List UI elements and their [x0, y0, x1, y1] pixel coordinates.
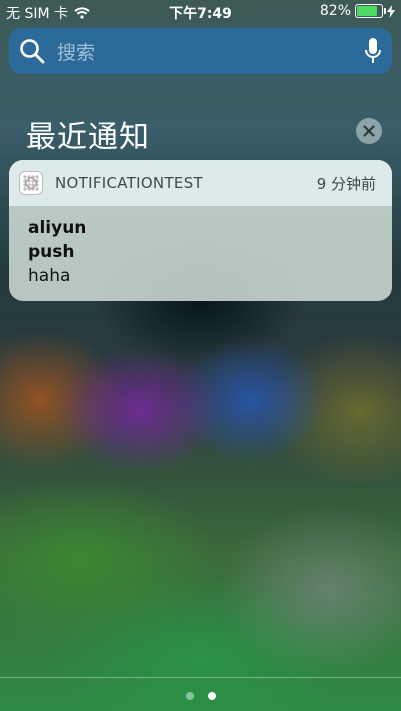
battery-fill — [357, 6, 377, 16]
battery-icon — [355, 4, 386, 18]
notification-title-line: push — [28, 242, 75, 262]
section-title: 最近通知 — [26, 120, 150, 155]
notification-message: haha — [28, 266, 71, 286]
close-icon — [363, 125, 375, 137]
search-bar[interactable]: 搜索 — [9, 28, 392, 74]
notification-header: NOTIFICATIONTEST 9 分钟前 — [9, 160, 392, 206]
charging-bolt-icon — [387, 4, 395, 18]
grid-icon — [23, 175, 39, 191]
battery-percent: 82% — [319, 3, 351, 19]
search-icon — [20, 39, 45, 64]
notification-app-name: NOTIFICATIONTEST — [55, 174, 203, 192]
status-bar-right: 82% — [320, 3, 395, 19]
divider — [0, 677, 401, 678]
page-dot[interactable] — [185, 692, 194, 700]
notification-body: aliyun push haha — [9, 206, 392, 298]
search-placeholder[interactable]: 搜索 — [57, 38, 364, 65]
clear-notifications-button[interactable] — [356, 118, 382, 144]
page-indicator[interactable] — [0, 692, 401, 700]
battery-tip — [384, 8, 386, 14]
app-icon — [19, 171, 43, 195]
notification-time: 9 分钟前 — [316, 174, 376, 193]
microphone-icon[interactable] — [364, 37, 382, 65]
page-dot[interactable] — [207, 692, 216, 700]
notification-card[interactable]: NOTIFICATIONTEST 9 分钟前 aliyun push haha — [9, 160, 392, 301]
notification-title-line: aliyun — [28, 218, 87, 238]
status-bar: 无 SIM 卡 下午7:49 82% — [0, 0, 401, 22]
